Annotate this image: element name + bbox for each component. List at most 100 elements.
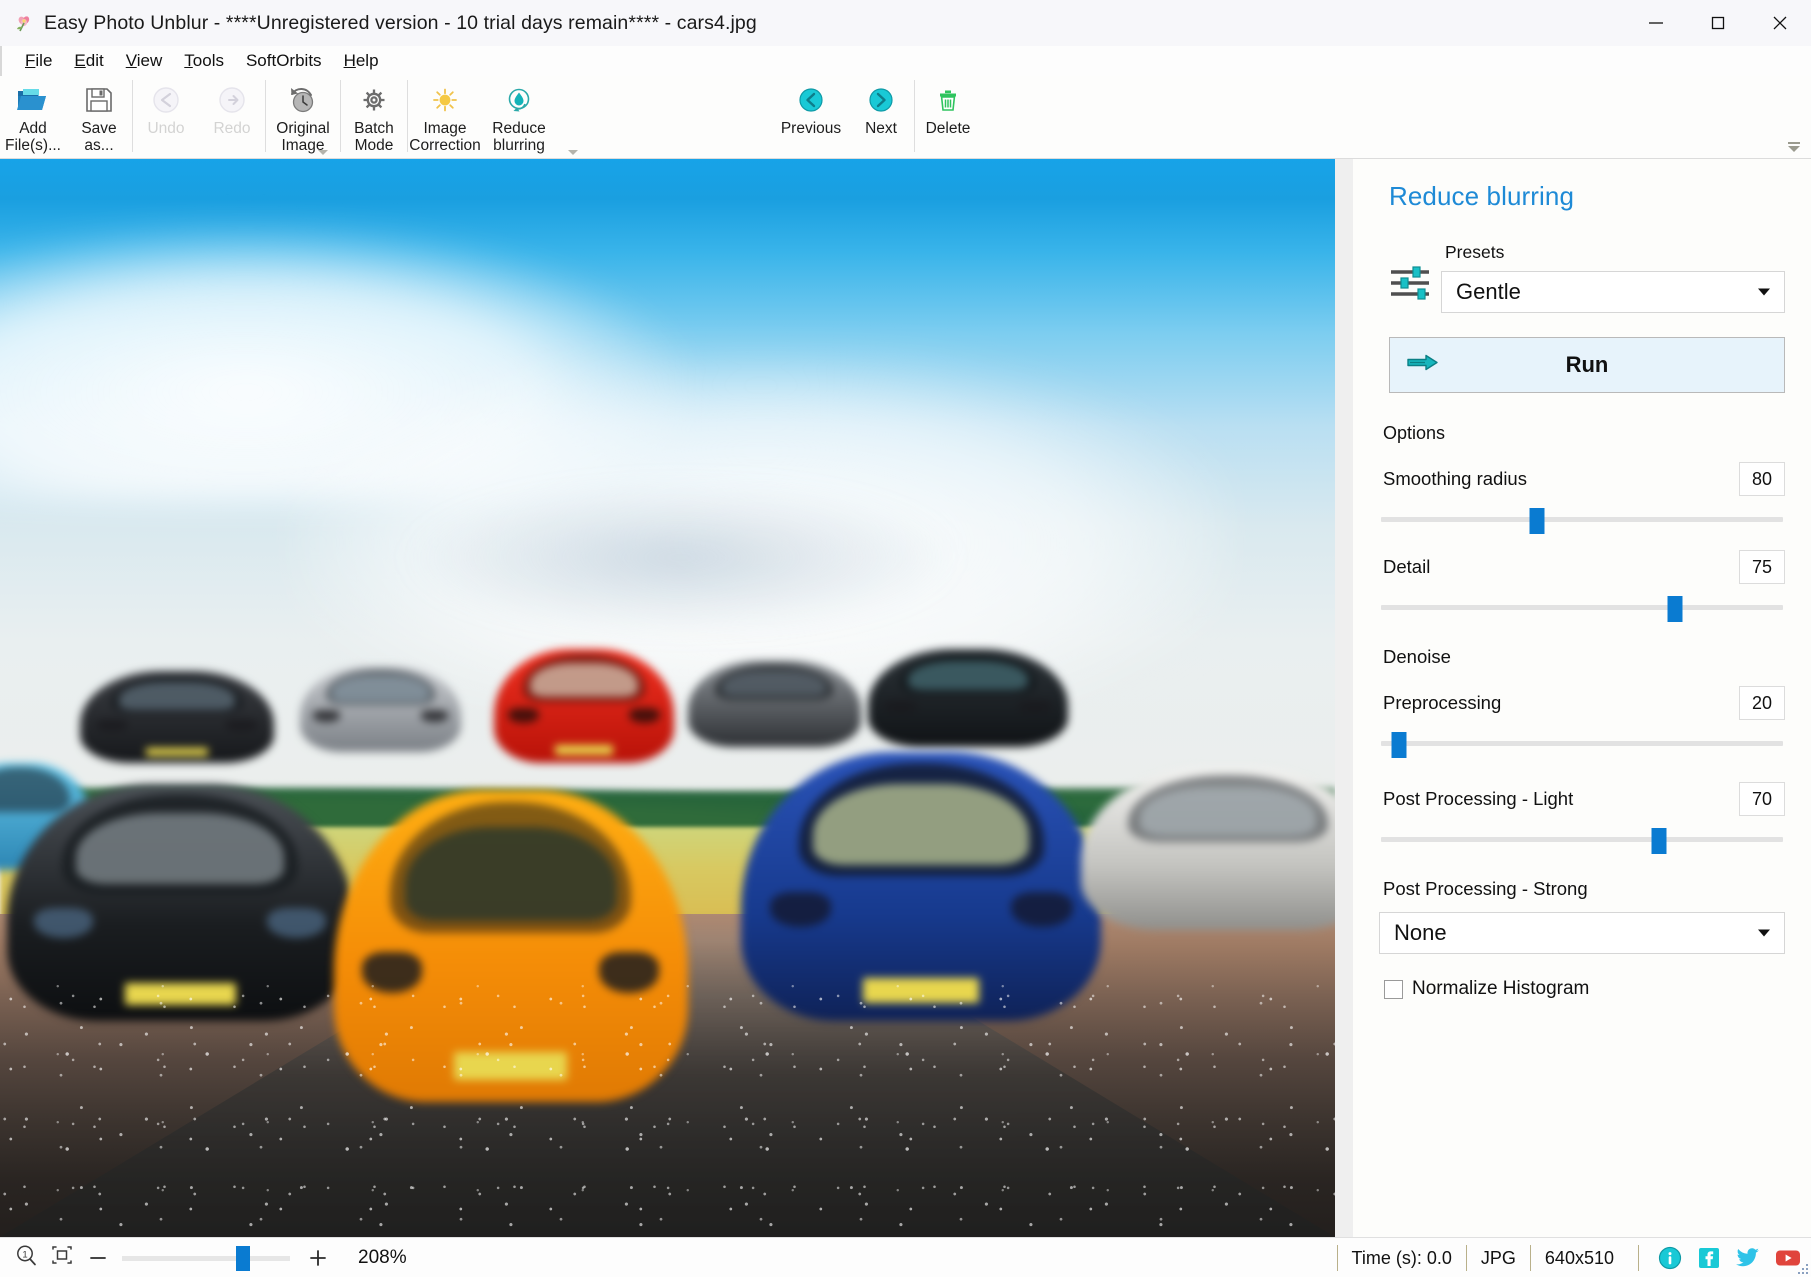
photo-cars4 bbox=[0, 159, 1335, 1237]
smoothing-radius-control: Smoothing radius 80 bbox=[1379, 462, 1785, 532]
detail-slider[interactable] bbox=[1379, 594, 1785, 620]
zoom-slider-thumb[interactable] bbox=[236, 1246, 250, 1271]
preprocessing-track bbox=[1381, 741, 1783, 746]
sliders-icon bbox=[1379, 242, 1441, 302]
smoothing-radius-head: Smoothing radius 80 bbox=[1379, 462, 1785, 496]
image-correction-button[interactable]: Image Correction bbox=[408, 76, 482, 156]
presets-dropdown[interactable]: Gentle bbox=[1441, 271, 1785, 313]
presets-label: Presets bbox=[1445, 242, 1785, 263]
original-image-button[interactable]: Original Image bbox=[266, 76, 340, 156]
menu-edit[interactable]: Edit bbox=[63, 49, 114, 73]
toolbar-group-file: Add File(s)... Save as... bbox=[0, 76, 132, 159]
close-button[interactable] bbox=[1749, 0, 1811, 46]
post-processing-light-control: Post Processing - Light 70 bbox=[1379, 782, 1785, 852]
twitter-icon[interactable] bbox=[1735, 1246, 1761, 1270]
photo-car-red-ferrari bbox=[494, 649, 674, 762]
photo-water-spray bbox=[0, 978, 1335, 1237]
photo-car-white-right bbox=[1081, 768, 1335, 930]
chevron-down-icon-2 bbox=[1758, 930, 1770, 937]
batch-mode-button[interactable]: Batch Mode bbox=[341, 76, 407, 156]
detail-value[interactable]: 75 bbox=[1739, 550, 1785, 584]
delete-button[interactable]: Delete bbox=[915, 76, 981, 156]
circle-right-icon bbox=[865, 83, 897, 117]
dimensions-status: 640x510 bbox=[1530, 1245, 1628, 1271]
main-body: Reduce blurring Presets Gentle bbox=[0, 159, 1811, 1237]
preprocessing-label: Preprocessing bbox=[1383, 692, 1501, 714]
redo-button[interactable]: Redo bbox=[199, 76, 265, 156]
toolbar: Add File(s)... Save as... bbox=[0, 76, 1811, 159]
minimize-button[interactable] bbox=[1625, 0, 1687, 46]
history-clock-icon bbox=[287, 83, 319, 117]
options-label: Options bbox=[1383, 423, 1785, 444]
post-processing-light-slider[interactable] bbox=[1379, 826, 1785, 852]
detail-control: Detail 75 bbox=[1379, 550, 1785, 620]
photo-car-dark-teal bbox=[868, 649, 1068, 746]
undo-button[interactable]: Undo bbox=[133, 76, 199, 156]
preprocessing-slider[interactable] bbox=[1379, 730, 1785, 756]
panel-splitter[interactable] bbox=[1335, 159, 1353, 1237]
zoom-actual-size-button[interactable]: 1 bbox=[8, 1243, 44, 1273]
zoom-out-button[interactable] bbox=[80, 1243, 116, 1273]
circle-left-icon bbox=[795, 83, 827, 117]
toolbar-overflow-button[interactable] bbox=[1785, 136, 1803, 152]
fit-to-screen-icon bbox=[50, 1243, 74, 1272]
toolbar-overflow-arrow-1[interactable] bbox=[318, 150, 328, 155]
resize-grip[interactable] bbox=[1796, 1262, 1808, 1274]
delete-label: Delete bbox=[926, 120, 971, 137]
presets-control: Presets Gentle bbox=[1441, 242, 1785, 313]
previous-button[interactable]: Previous bbox=[774, 76, 848, 156]
normalize-histogram-row[interactable]: Normalize Histogram bbox=[1384, 978, 1785, 1000]
water-drop-icon bbox=[503, 83, 535, 117]
sun-icon bbox=[429, 83, 461, 117]
window-controls bbox=[1625, 0, 1811, 46]
menu-help[interactable]: Help bbox=[333, 49, 390, 73]
post-processing-light-label: Post Processing - Light bbox=[1383, 788, 1573, 810]
reduce-blurring-label: Reduce blurring bbox=[492, 120, 545, 155]
menu-softorbits[interactable]: SoftOrbits bbox=[235, 49, 333, 73]
smoothing-radius-slider[interactable] bbox=[1379, 506, 1785, 532]
window-title: Easy Photo Unblur - ****Unregistered ver… bbox=[44, 12, 757, 35]
image-canvas[interactable] bbox=[0, 159, 1335, 1237]
previous-label: Previous bbox=[781, 120, 841, 137]
post-processing-light-thumb[interactable] bbox=[1652, 828, 1667, 854]
post-processing-light-value[interactable]: 70 bbox=[1739, 782, 1785, 816]
post-processing-strong-dropdown[interactable]: None bbox=[1379, 912, 1785, 954]
menu-view[interactable]: View bbox=[115, 49, 174, 73]
photo-car-black-far-left bbox=[80, 671, 274, 763]
preprocessing-value[interactable]: 20 bbox=[1739, 686, 1785, 720]
smoothing-radius-thumb[interactable] bbox=[1530, 508, 1545, 534]
maximize-button[interactable] bbox=[1687, 0, 1749, 46]
floppy-disk-icon bbox=[84, 83, 114, 117]
toolbar-overflow-arrow-2[interactable] bbox=[568, 150, 578, 155]
save-as-button[interactable]: Save as... bbox=[66, 76, 132, 156]
normalize-histogram-label: Normalize Histogram bbox=[1412, 978, 1589, 1000]
next-button[interactable]: Next bbox=[848, 76, 914, 156]
photo-car-open-wheel bbox=[688, 660, 862, 746]
menu-file[interactable]: File bbox=[14, 49, 63, 73]
title-bar-left: Easy Photo Unblur - ****Unregistered ver… bbox=[0, 12, 757, 35]
gear-icon bbox=[358, 83, 390, 117]
toolbar-group-batch: Batch Mode bbox=[341, 76, 407, 159]
run-button[interactable]: Run bbox=[1389, 337, 1785, 393]
zoom-slider[interactable] bbox=[122, 1243, 290, 1273]
image-correction-label: Image Correction bbox=[409, 120, 481, 155]
facebook-icon[interactable] bbox=[1697, 1246, 1721, 1270]
preprocessing-thumb[interactable] bbox=[1392, 732, 1407, 758]
fit-to-screen-button[interactable] bbox=[44, 1243, 80, 1273]
zoom-in-button[interactable] bbox=[300, 1243, 336, 1273]
time-status: Time (s): 0.0 bbox=[1337, 1245, 1466, 1271]
toolbar-group-effects: Image Correction Reduce blurring bbox=[408, 76, 556, 159]
info-icon[interactable] bbox=[1657, 1245, 1683, 1271]
smoothing-radius-value[interactable]: 80 bbox=[1739, 462, 1785, 496]
detail-head: Detail 75 bbox=[1379, 550, 1785, 584]
add-files-button[interactable]: Add File(s)... bbox=[0, 76, 66, 156]
social-links bbox=[1638, 1245, 1811, 1271]
reduce-blurring-button[interactable]: Reduce blurring bbox=[482, 76, 556, 156]
status-bar: 1 bbox=[0, 1237, 1811, 1277]
detail-thumb[interactable] bbox=[1668, 596, 1683, 622]
normalize-histogram-checkbox[interactable] bbox=[1384, 980, 1403, 999]
status-bar-left: 1 bbox=[0, 1243, 407, 1273]
batch-mode-label: Batch Mode bbox=[354, 120, 394, 155]
menu-tools[interactable]: Tools bbox=[173, 49, 235, 73]
undo-arrow-icon bbox=[151, 83, 181, 117]
